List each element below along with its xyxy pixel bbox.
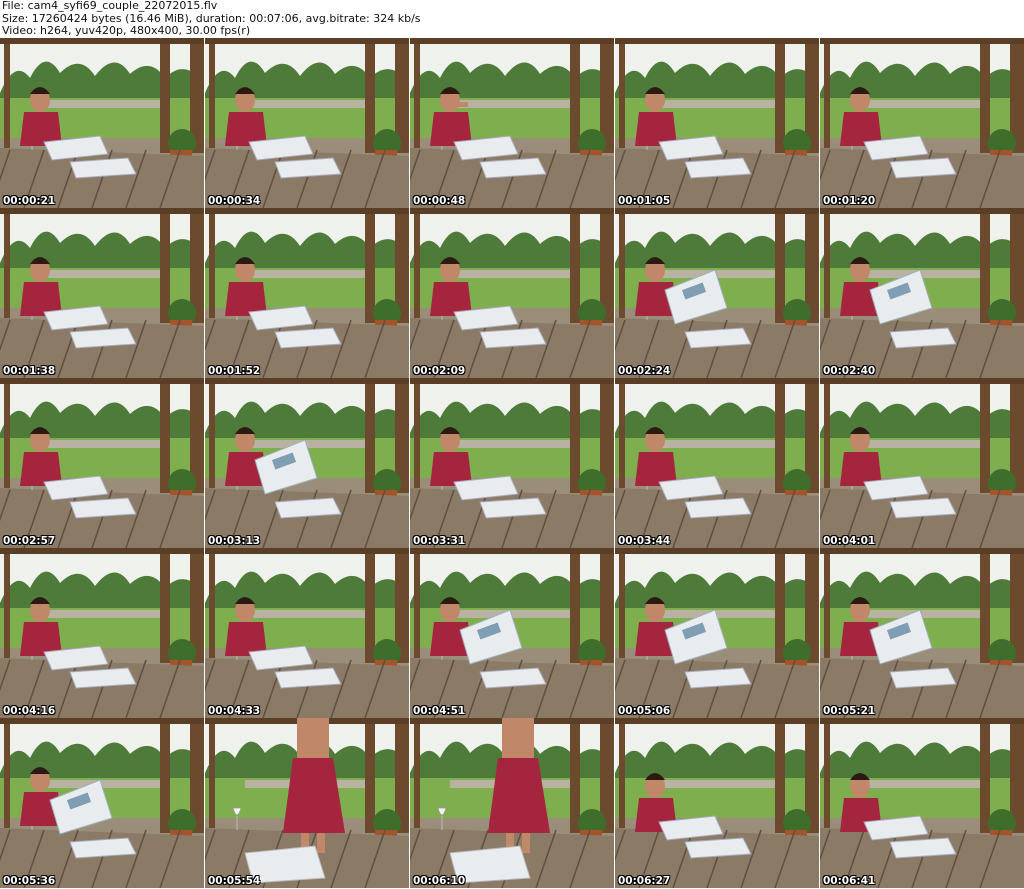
thumbnail-timestamp: 00:06:10 <box>413 875 466 887</box>
thumbnail-timestamp: 00:03:31 <box>413 535 466 547</box>
thumbnail-timestamp: 00:05:06 <box>618 705 671 717</box>
thumbnail-frame-image <box>820 548 1024 718</box>
thumbnail-timestamp: 00:04:16 <box>3 705 56 717</box>
thumbnail-timestamp: 00:00:34 <box>208 195 261 207</box>
video-thumbnail: 00:05:54 <box>205 718 409 888</box>
video-thumbnail: 00:03:44 <box>615 378 819 548</box>
thumbnail-frame-image <box>615 38 819 208</box>
thumbnail-timestamp: 00:04:51 <box>413 705 466 717</box>
file-info-header: File: cam4_syfi69_couple_22072015.flv Si… <box>2 0 1022 38</box>
video-thumbnail: 00:05:06 <box>615 548 819 718</box>
thumbnail-timestamp: 00:02:57 <box>3 535 56 547</box>
thumbnail-frame-image <box>410 38 614 208</box>
thumbnail-frame-image <box>615 378 819 548</box>
video-thumbnail: 00:01:38 <box>0 208 204 378</box>
thumbnail-frame-image <box>0 208 204 378</box>
video-thumbnail: 00:00:48 <box>410 38 614 208</box>
thumbnail-timestamp: 00:04:33 <box>208 705 261 717</box>
thumbnail-frame-image <box>615 548 819 718</box>
thumbnail-frame-image <box>205 208 409 378</box>
thumbnail-frame-image <box>0 38 204 208</box>
thumbnail-frame-image <box>820 38 1024 208</box>
video-thumbnail: 00:00:34 <box>205 38 409 208</box>
thumbnail-timestamp: 00:02:09 <box>413 365 466 377</box>
thumbnail-timestamp: 00:06:41 <box>823 875 876 887</box>
thumbnail-grid: 00:00:21 00:00:34 00:00:48 00:01:05 00:01:20… <box>0 38 1024 889</box>
video-thumbnail: 00:03:31 <box>410 378 614 548</box>
video-thumbnail: 00:01:05 <box>615 38 819 208</box>
video-thumbnail: 00:02:40 <box>820 208 1024 378</box>
video-thumbnail: 00:01:52 <box>205 208 409 378</box>
thumbnail-frame-image <box>410 718 614 888</box>
video-thumbnail: 00:04:16 <box>0 548 204 718</box>
video-thumbnail: 00:04:01 <box>820 378 1024 548</box>
thumbnail-frame-image <box>205 38 409 208</box>
video-thumbnail: 00:02:24 <box>615 208 819 378</box>
thumbnail-frame-image <box>820 718 1024 888</box>
video-thumbnail: 00:04:51 <box>410 548 614 718</box>
thumbnail-timestamp: 00:06:27 <box>618 875 671 887</box>
thumbnail-frame-image <box>205 718 409 888</box>
video-thumbnail: 00:04:33 <box>205 548 409 718</box>
thumbnail-timestamp: 00:01:52 <box>208 365 261 377</box>
thumbnail-frame-image <box>615 718 819 888</box>
video-thumbnail: 00:02:09 <box>410 208 614 378</box>
thumbnail-timestamp: 00:02:24 <box>618 365 671 377</box>
thumbnail-frame-image <box>0 548 204 718</box>
thumbnail-timestamp: 00:04:01 <box>823 535 876 547</box>
thumbnail-timestamp: 00:01:20 <box>823 195 876 207</box>
thumbnail-timestamp: 00:00:48 <box>413 195 466 207</box>
video-thumbnail: 00:06:10 <box>410 718 614 888</box>
thumbnail-timestamp: 00:01:05 <box>618 195 671 207</box>
thumbnail-frame-image <box>0 378 204 548</box>
video-thumbnail: 00:03:13 <box>205 378 409 548</box>
thumbnail-timestamp: 00:03:13 <box>208 535 261 547</box>
thumbnail-frame-image <box>615 208 819 378</box>
thumbnail-frame-image <box>410 378 614 548</box>
thumbnail-frame-image <box>820 208 1024 378</box>
thumbnail-timestamp: 00:01:38 <box>3 365 56 377</box>
thumbnail-frame-image <box>820 378 1024 548</box>
thumbnail-timestamp: 00:00:21 <box>3 195 56 207</box>
video-thumbnail: 00:05:21 <box>820 548 1024 718</box>
video-thumbnail: 00:00:21 <box>0 38 204 208</box>
video-thumbnail: 00:02:57 <box>0 378 204 548</box>
thumbnail-timestamp: 00:02:40 <box>823 365 876 377</box>
thumbnail-frame-image <box>410 548 614 718</box>
thumbnail-timestamp: 00:05:21 <box>823 705 876 717</box>
thumbnail-timestamp: 00:05:36 <box>3 875 56 887</box>
thumbnail-frame-image <box>205 548 409 718</box>
thumbnail-frame-image <box>0 718 204 888</box>
video-thumbnail: 00:01:20 <box>820 38 1024 208</box>
thumbnail-frame-image <box>410 208 614 378</box>
thumbnail-timestamp: 00:03:44 <box>618 535 671 547</box>
video-thumbnail: 00:06:27 <box>615 718 819 888</box>
thumbnail-frame-image <box>205 378 409 548</box>
video-info-line: Video: h264, yuv420p, 480x400, 30.00 fps… <box>2 24 251 37</box>
video-thumbnail: 00:05:36 <box>0 718 204 888</box>
file-name-line: File: cam4_syfi69_couple_22072015.flv <box>2 0 218 12</box>
video-thumbnail: 00:06:41 <box>820 718 1024 888</box>
thumbnail-timestamp: 00:05:54 <box>208 875 261 887</box>
